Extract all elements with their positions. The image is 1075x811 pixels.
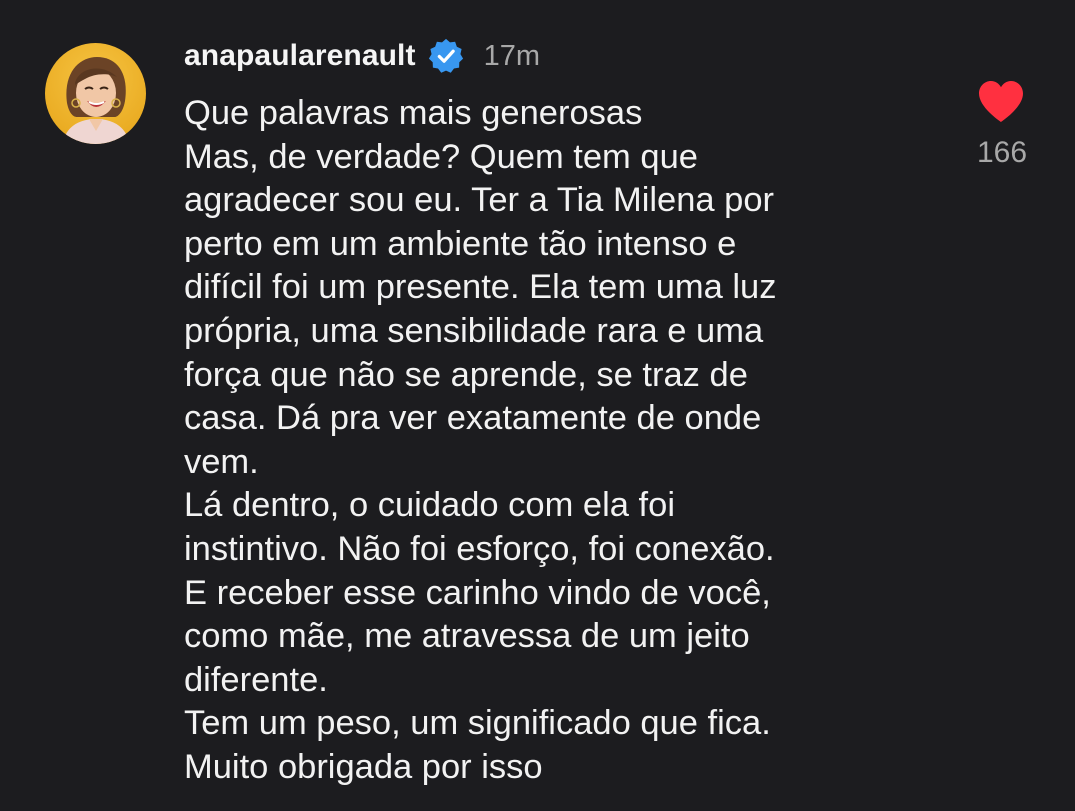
comment-text-line: própria, uma sensibilidade rara e uma (184, 311, 764, 350)
verified-badge-icon (427, 37, 465, 75)
comment-item: anapaularenault 17m Que palavras mais ge… (0, 0, 1075, 811)
comment-text-line: força que não se aprende, se traz de (184, 355, 748, 394)
comment-text-line: difícil foi um presente. Ela tem uma luz (184, 268, 777, 307)
comment-text-line: diferente. (184, 660, 328, 699)
comment-text-line: como mãe, me atravessa de um jeito (184, 617, 750, 656)
comment-text-line: agradecer sou eu. Ter a Tia Milena por (184, 181, 775, 220)
comment-text-line: perto em um ambiente tão intenso e (184, 224, 737, 263)
comment-text-line: Lá dentro, o cuidado com ela foi (184, 486, 675, 525)
comment-text-line: casa. Dá pra ver exatamente de onde (184, 399, 762, 438)
like-button[interactable] (976, 78, 1026, 124)
timestamp: 17m (483, 39, 540, 72)
comment-text-line: E receber esse carinho vindo de você, (184, 573, 771, 612)
username-link[interactable]: anapaularenault (184, 39, 416, 73)
heart-icon (979, 81, 1023, 122)
profile-photo (45, 43, 146, 144)
comment-text-line: vem. (184, 442, 259, 481)
comment-text-line: instintivo. Não foi esforço, foi conexão… (184, 529, 775, 568)
comment-text: Que palavras mais generosas Mas, de verd… (184, 92, 944, 790)
comment-header: anapaularenault 17m (184, 36, 540, 76)
comment-text-line: Tem um peso, um significado que fica. (184, 704, 771, 743)
comment-text-line: Muito obrigada por isso (184, 747, 543, 786)
like-count: 166 (976, 136, 1028, 169)
comment-text-line: Que palavras mais generosas (184, 94, 643, 132)
avatar[interactable] (45, 43, 146, 144)
comment-text-line: Mas, de verdade? Quem tem que (184, 137, 698, 176)
